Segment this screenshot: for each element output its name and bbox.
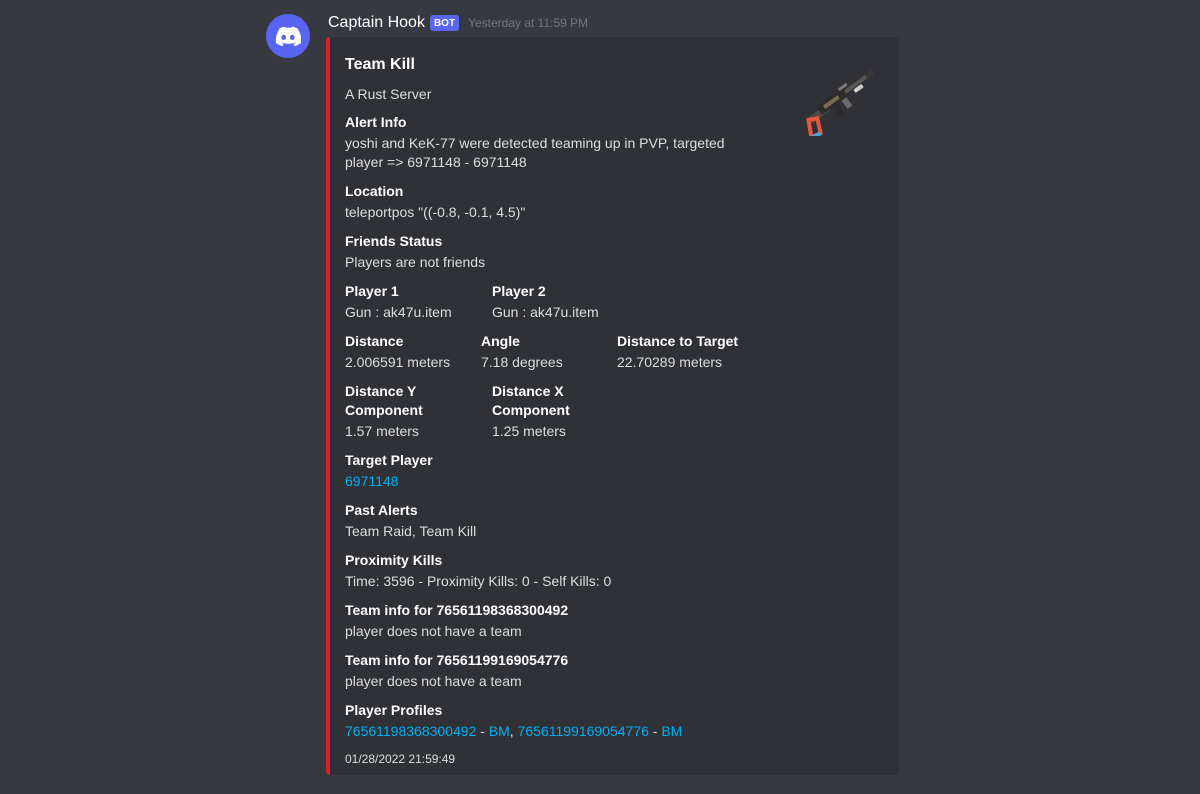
field-value: Gun : ak47u.item	[492, 304, 599, 320]
embed-title: Team Kill	[345, 56, 415, 73]
embed-footer: 01/28/2022 21:59:49	[345, 752, 456, 766]
field-player-1: Player 1 Gun : ak47u.item	[345, 282, 492, 322]
message: Captain Hook BOT Yesterday at 11:59 PM T…	[0, 0, 1200, 794]
separator: -	[476, 723, 489, 739]
ak47u-rifle-icon	[806, 69, 875, 141]
field-value: 1.57 meters	[345, 423, 419, 439]
field-name: Player 2	[492, 283, 546, 299]
field-value: Players are not friends	[345, 254, 486, 270]
separator: -	[648, 723, 662, 739]
field-distance-to-target: Distance to Target 22.70289 meters	[617, 332, 765, 372]
field-name: Proximity Kills	[345, 552, 443, 568]
field-value: player does not have a team	[345, 623, 522, 639]
field-name: Team info for 76561199169054776	[345, 652, 569, 668]
field-past-alerts: Past Alerts Team Raid, Team Kill	[345, 501, 765, 541]
field-distance-y: Distance Y Component 1.57 meters	[345, 382, 492, 441]
field-name: Location	[345, 183, 404, 199]
bot-avatar[interactable]	[266, 14, 310, 58]
field-proximity-kills: Proximity Kills Time: 3596 - Proximity K…	[345, 551, 765, 591]
field-name: Friends Status	[345, 233, 443, 249]
field-value: 2.006591 meters	[345, 354, 451, 370]
field-player-2: Player 2 Gun : ak47u.item	[492, 282, 639, 322]
field-angle: Angle 7.18 degrees	[481, 332, 617, 372]
field-name: Distance Y Component	[345, 383, 423, 418]
discord-logo-icon	[275, 26, 301, 46]
embed-content: Team Kill A Rust Server Alert Info yoshi…	[345, 56, 765, 767]
field-value: player does not have a team	[345, 673, 522, 689]
field-location: Location teleportpos "((-0.8, -0.1, 4.5)…	[345, 182, 765, 222]
field-team-info-1: Team info for 76561198368300492 player d…	[345, 601, 765, 641]
field-row-components: Distance Y Component 1.57 meters Distanc…	[345, 382, 765, 441]
field-value: Team Raid, Team Kill	[345, 523, 477, 539]
player-profiles-value: 76561198368300492 - BM, 7656119916905477…	[345, 722, 765, 741]
message-header: Captain Hook BOT Yesterday at 11:59 PM	[328, 12, 588, 34]
bm-link-1[interactable]: BM	[489, 723, 510, 739]
field-friends-status: Friends Status Players are not friends	[345, 232, 765, 272]
field-name: Alert Info	[345, 114, 407, 130]
profile-link-2[interactable]: 76561199169054776	[518, 723, 649, 739]
field-row-players: Player 1 Gun : ak47u.item Player 2 Gun :…	[345, 282, 765, 322]
embed-thumbnail[interactable]	[800, 60, 884, 141]
field-distance: Distance 2.006591 meters	[345, 332, 481, 372]
profile-link-1[interactable]: 76561198368300492	[345, 723, 476, 739]
field-row-distance: Distance 2.006591 meters Angle 7.18 degr…	[345, 332, 765, 372]
field-value: teleportpos "((-0.8, -0.1, 4.5)"	[345, 204, 526, 220]
field-name: Player Profiles	[345, 702, 443, 718]
field-value: 1.25 meters	[492, 423, 566, 439]
field-value: Time: 3596 - Proximity Kills: 0 - Self K…	[345, 573, 612, 589]
field-name: Target Player	[345, 452, 433, 468]
field-value: 22.70289 meters	[616, 354, 723, 370]
target-player-link[interactable]: 6971148	[345, 472, 765, 491]
field-alert-info: Alert Info yoshi and KeK-77 were detecte…	[345, 113, 765, 172]
field-name: Distance X Component	[492, 383, 570, 418]
field-distance-x: Distance X Component 1.25 meters	[492, 382, 639, 441]
field-value: Gun : ak47u.item	[345, 304, 452, 320]
field-name: Angle	[480, 333, 520, 349]
field-value: 7.18 degrees	[480, 354, 563, 370]
field-name: Past Alerts	[345, 502, 418, 518]
embed: Team Kill A Rust Server Alert Info yoshi…	[326, 37, 899, 775]
separator: ,	[509, 723, 518, 739]
bot-tag: BOT	[429, 15, 460, 31]
field-player-profiles: Player Profiles 76561198368300492 - BM, …	[345, 701, 765, 741]
field-value: yoshi and KeK-77 were detected teaming u…	[345, 135, 725, 170]
embed-description: A Rust Server	[345, 86, 432, 102]
field-team-info-2: Team info for 76561199169054776 player d…	[345, 651, 765, 691]
author-name[interactable]: Captain Hook	[328, 14, 425, 32]
field-target-player: Target Player 6971148	[345, 451, 765, 491]
bm-link-2[interactable]: BM	[661, 723, 682, 739]
field-name: Team info for 76561198368300492	[345, 602, 569, 618]
message-timestamp[interactable]: Yesterday at 11:59 PM	[468, 16, 588, 30]
field-name: Distance to Target	[616, 333, 739, 349]
field-name: Player 1	[345, 283, 399, 299]
field-name: Distance	[345, 333, 404, 349]
